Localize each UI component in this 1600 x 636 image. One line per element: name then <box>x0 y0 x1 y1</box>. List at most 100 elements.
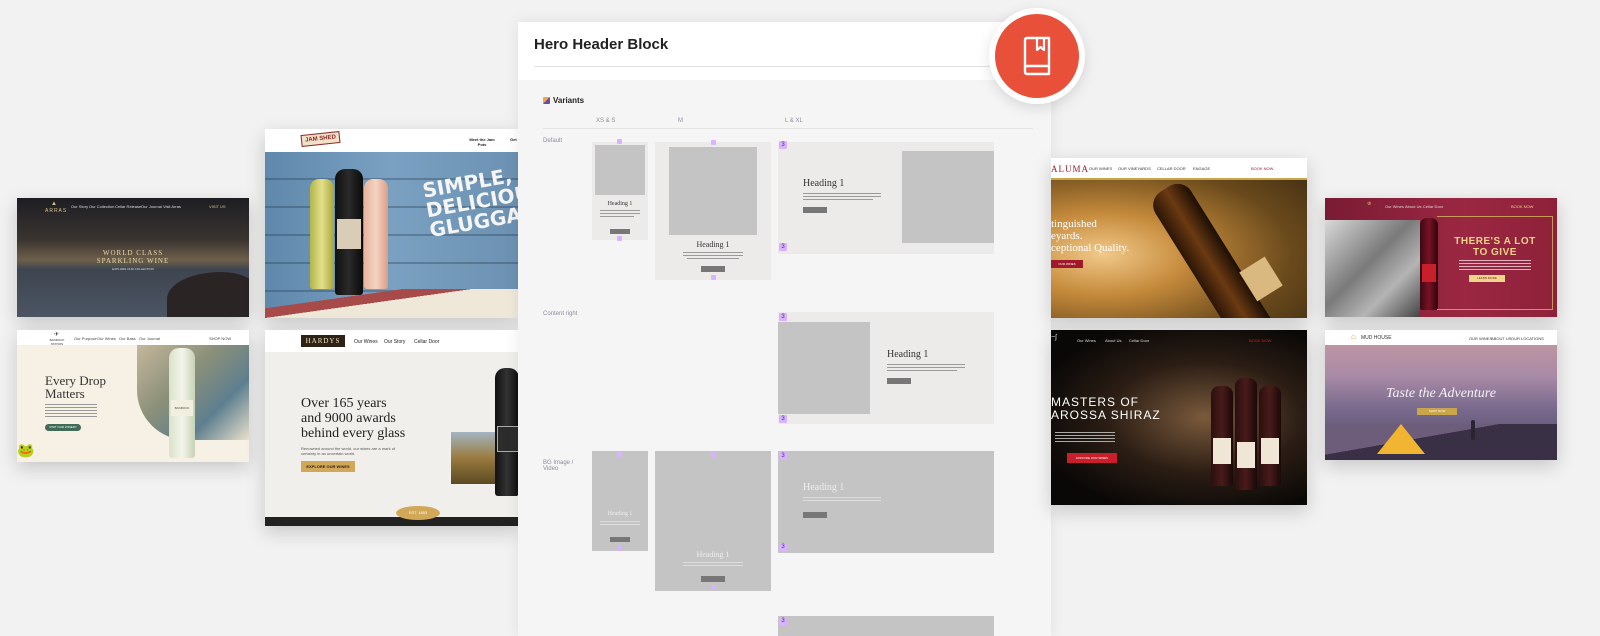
pepperjack-nav-1[interactable]: Our Wines <box>1077 338 1096 343</box>
jamshed-nav-1[interactable]: Meet the Jam Pots <box>468 137 496 147</box>
panel-title: Hero Header Block <box>534 36 669 53</box>
variant-button[interactable] <box>610 537 630 542</box>
variant-default-xs: Heading 1 <box>592 142 648 240</box>
hardys-vineyard-photo <box>451 432 496 484</box>
text-line <box>803 500 881 501</box>
aluma-nav-2[interactable]: OUR VINEYARDS <box>1118 166 1151 171</box>
pepperjack-bottle-1 <box>1211 386 1233 486</box>
variant-button[interactable] <box>887 378 911 384</box>
book-badge[interactable] <box>989 8 1085 104</box>
variant-content-right-l: Heading 1 <box>778 312 994 424</box>
spacing-marker: 3 <box>779 141 787 149</box>
mudhouse-button[interactable]: SHOP NOW <box>1417 408 1457 415</box>
give-cta[interactable]: BOOK NOW <box>1511 204 1533 209</box>
variant-button[interactable] <box>701 266 725 272</box>
arras-nav-2[interactable]: Our Collection <box>89 204 114 209</box>
columns-divider <box>543 128 1033 129</box>
mudhouse-person <box>1471 420 1475 440</box>
pepperjack-button[interactable]: EXPLORE OUR WINES <box>1067 453 1117 463</box>
arras-nav-5[interactable]: Visit Arras <box>163 204 181 209</box>
banrock-nav-4[interactable]: Our Journal <box>139 336 160 341</box>
row-label-bg-image: BG Image / Video <box>543 460 574 472</box>
arras-headline: WORLD CLASS SPARKLING WINE <box>96 249 170 265</box>
variant-button[interactable] <box>701 576 725 582</box>
aluma-nav-4[interactable]: ENGAGE <box>1193 166 1210 171</box>
arras-nav-3[interactable]: Cellar Release <box>115 204 141 209</box>
text-line <box>683 562 743 563</box>
banrock-headline: Every Drop Matters <box>45 373 107 401</box>
hardys-headline: Over 165 years and 9000 awards behind ev… <box>301 396 406 441</box>
jamshed-bottle-white <box>310 179 334 289</box>
hardys-button[interactable]: EXPLORE OUR WINES <box>301 461 355 472</box>
variant-heading: Heading 1 <box>803 482 845 493</box>
variant-heading: Heading 1 <box>696 550 730 559</box>
aluma-button[interactable]: OUR WINES <box>1051 260 1083 268</box>
pepperjack-cta[interactable]: BOOK NOW <box>1249 338 1271 343</box>
pepperjack-nav-2[interactable]: About Us <box>1105 338 1121 343</box>
mudhouse-website-screenshot: ⌂ MUD HOUSE OUR WINES ABOUT US OUR LOCAT… <box>1325 330 1557 460</box>
aluma-headline: tinguished eyards. ceptional Quality. <box>1051 218 1130 254</box>
aluma-nav-3[interactable]: CELLAR DOOR <box>1157 166 1186 171</box>
banrock-website-screenshot: ✈ BANROCK STATION Our Purpose Our Wines … <box>17 330 249 462</box>
pepperjack-bottle-3 <box>1259 386 1281 486</box>
column-label-m: M <box>678 118 683 124</box>
arras-logo: ARRAS <box>45 208 68 214</box>
spacing-marker <box>617 236 622 241</box>
hardys-nav-1[interactable]: Our Wines <box>354 339 378 345</box>
text-line <box>600 213 640 214</box>
spacing-marker: 3 <box>779 452 787 460</box>
hardys-nav-2[interactable]: Our Story <box>384 339 405 345</box>
text-line <box>887 367 965 368</box>
variants-icon <box>543 97 550 104</box>
hardys-footer-bar <box>265 517 518 526</box>
arras-hill <box>167 272 249 317</box>
text-line <box>600 210 640 211</box>
mudhouse-nav-2[interactable]: ABOUT US <box>1491 336 1511 341</box>
arras-website-screenshot: ARRAS ▲ Our Story Our Collection Cellar … <box>17 198 249 317</box>
give-nav-2[interactable]: About Us <box>1405 204 1421 209</box>
mudhouse-nav-3[interactable]: OUR LOCATIONS <box>1511 336 1544 341</box>
image-placeholder <box>778 322 870 414</box>
jamshed-bottle-rose <box>364 179 388 289</box>
jamshed-bottle-red-label <box>337 219 361 249</box>
mudhouse-nav-1[interactable]: OUR WINES <box>1469 336 1492 341</box>
arras-nav-4[interactable]: Our Journal <box>141 204 162 209</box>
arras-logo-icon: ▲ <box>51 201 57 207</box>
banrock-bottle-label: BANROCK <box>171 400 193 416</box>
text-line <box>887 370 957 371</box>
text-line <box>683 565 743 566</box>
banrock-button[interactable]: VISIT OUR WINERY <box>45 424 81 431</box>
book-badge-circle <box>995 14 1079 98</box>
hardys-nav-3[interactable]: Cellar Door <box>414 339 439 345</box>
aluma-nav-1[interactable]: OUR WINES <box>1089 166 1112 171</box>
spacing-marker: 3 <box>779 617 787 625</box>
variant-default-l: Heading 1 <box>778 142 994 254</box>
pepperjack-logo: ~∫ <box>1051 334 1058 341</box>
variant-button[interactable] <box>803 207 827 213</box>
aluma-website-screenshot: ALUMA OUR WINES OUR VINEYARDS CELLAR DOO… <box>1051 158 1307 318</box>
arras-nav-1[interactable]: Our Story <box>71 204 88 209</box>
text-line <box>803 199 873 200</box>
variant-bg-image-xs: Heading 1 <box>592 451 648 551</box>
give-nav-3[interactable]: Cellar Door <box>1423 204 1443 209</box>
banrock-nav-1[interactable]: Our Purpose <box>74 336 97 341</box>
aluma-cta[interactable]: BOOK NOW <box>1251 166 1273 171</box>
column-label-l-xl: L & XL <box>785 118 803 124</box>
arras-sub[interactable]: EXPLORE OUR COLLECTION <box>17 267 249 271</box>
mudhouse-logo-icon: ⌂ <box>1351 332 1356 341</box>
arras-cta[interactable]: VISIT US <box>209 204 226 209</box>
variant-heading: Heading 1 <box>803 178 845 189</box>
jamshed-nav-2[interactable]: Get <box>510 137 517 142</box>
banrock-nav-3[interactable]: Our Bass <box>119 336 136 341</box>
variant-button[interactable] <box>610 229 630 234</box>
banrock-nav-2[interactable]: Our Wines <box>97 336 116 341</box>
pepperjack-headline: MASTERS OF AROSSA SHIRAZ <box>1051 395 1161 422</box>
variant-button[interactable] <box>803 512 827 518</box>
tent-icon <box>1377 424 1425 454</box>
pepperjack-nav-3[interactable]: Cellar Door <box>1129 338 1149 343</box>
banrock-cta[interactable]: SHOP NOW <box>209 336 231 341</box>
pepperjack-label-2 <box>1237 442 1255 468</box>
give-nav-1[interactable]: Our Wines <box>1385 204 1404 209</box>
jamshed-website-screenshot: JAM SHED Meet the Jam Pots Get SIMPLE, D… <box>265 129 518 318</box>
spacing-marker: 3 <box>779 415 787 423</box>
